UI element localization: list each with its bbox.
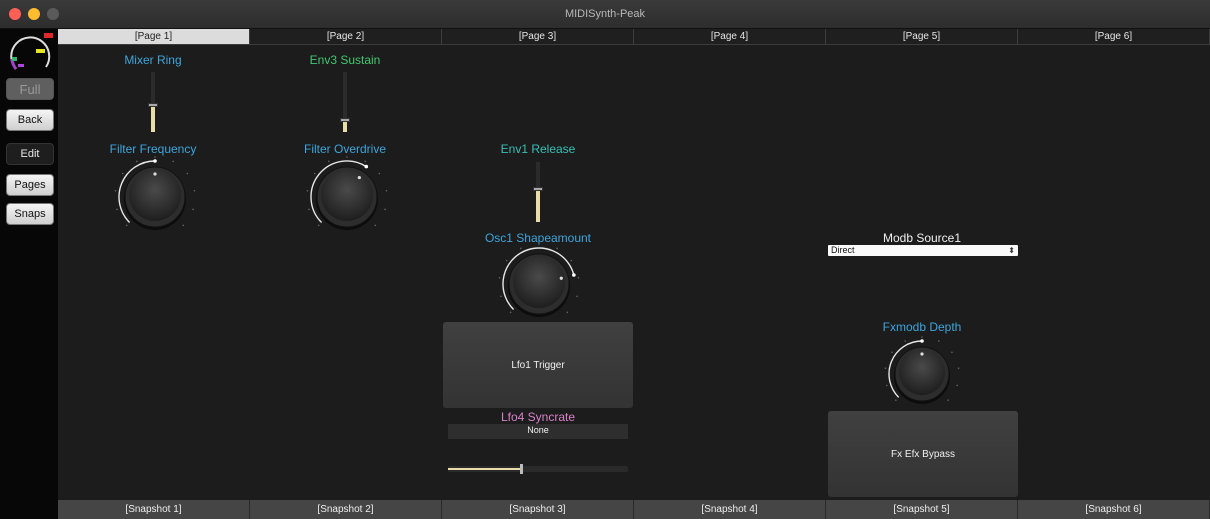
tab-page-5[interactable]: [Page 5] <box>826 29 1018 45</box>
pages-button[interactable]: Pages <box>6 174 54 196</box>
slider-thumb[interactable] <box>148 103 158 107</box>
tab-page-2[interactable]: [Page 2] <box>250 29 442 45</box>
sidebar: Full Back Edit Pages Snaps <box>0 29 58 519</box>
slider-thumb[interactable] <box>520 464 523 474</box>
env3-sustain-slider[interactable] <box>340 72 350 132</box>
snapshot-1-button[interactable]: [Snapshot 1] <box>58 500 250 519</box>
tab-page-1[interactable]: [Page 1] <box>58 29 250 45</box>
full-button[interactable]: Full <box>6 78 54 100</box>
snapshot-6-button[interactable]: [Snapshot 6] <box>1018 500 1210 519</box>
filter-overdrive-label: Filter Overdrive <box>303 142 386 156</box>
window-title: MIDISynth-Peak <box>564 8 646 20</box>
stepper-arrows-icon: ⬍ <box>1008 246 1015 255</box>
slider-fill <box>536 189 540 222</box>
env1-release-slider[interactable] <box>533 162 543 222</box>
modb-source1-label: Modb Source1 <box>882 231 962 245</box>
snapshot-2-button[interactable]: [Snapshot 2] <box>250 500 442 519</box>
lfo1-trigger-button[interactable]: Lfo1 Trigger <box>443 322 633 408</box>
slider-thumb[interactable] <box>340 118 350 122</box>
page-tab-bar: [Page 1] [Page 2] [Page 3] [Page 4] [Pag… <box>58 29 1210 45</box>
dropdown-value: Direct <box>831 245 855 255</box>
edit-button[interactable]: Edit <box>6 143 54 165</box>
osc1-shapeamount-knob[interactable] <box>497 242 581 326</box>
lfo4-syncrate-menu[interactable]: None <box>448 424 628 439</box>
title-bar: MIDISynth-Peak <box>0 0 1210 29</box>
snapshot-bar: [Snapshot 1] [Snapshot 2] [Snapshot 3] [… <box>58 500 1210 519</box>
mixer-ring-slider[interactable] <box>148 72 158 132</box>
slider-fill <box>151 105 155 132</box>
snapshot-4-button[interactable]: [Snapshot 4] <box>634 500 826 519</box>
snaps-button[interactable]: Snaps <box>6 203 54 225</box>
fx-efx-bypass-button[interactable]: Fx Efx Bypass <box>828 411 1018 497</box>
fxmodb-depth-label: Fxmodb Depth <box>882 320 962 334</box>
env1-release-label: Env1 Release <box>500 142 576 156</box>
fxmodb-depth-knob[interactable] <box>882 334 962 414</box>
mixer-ring-label: Mixer Ring <box>124 53 182 67</box>
lfo4-syncrate-slider[interactable] <box>448 464 628 474</box>
env3-sustain-label: Env3 Sustain <box>309 53 381 67</box>
filter-frequency-label: Filter Frequency <box>109 142 197 156</box>
filter-overdrive-knob[interactable] <box>305 155 389 239</box>
snapshot-3-button[interactable]: [Snapshot 3] <box>442 500 634 519</box>
tab-page-4[interactable]: [Page 4] <box>634 29 826 45</box>
snapshot-5-button[interactable]: [Snapshot 5] <box>826 500 1018 519</box>
slider-thumb[interactable] <box>533 187 543 191</box>
modb-source1-dropdown[interactable]: Direct ⬍ <box>828 245 1018 256</box>
filter-frequency-knob[interactable] <box>113 155 197 239</box>
lfo4-syncrate-label: Lfo4 Syncrate <box>500 410 576 424</box>
level-meter-icon <box>6 31 54 75</box>
back-button[interactable]: Back <box>6 109 54 131</box>
tab-page-6[interactable]: [Page 6] <box>1018 29 1210 45</box>
tab-page-3[interactable]: [Page 3] <box>442 29 634 45</box>
slider-fill <box>448 468 520 470</box>
